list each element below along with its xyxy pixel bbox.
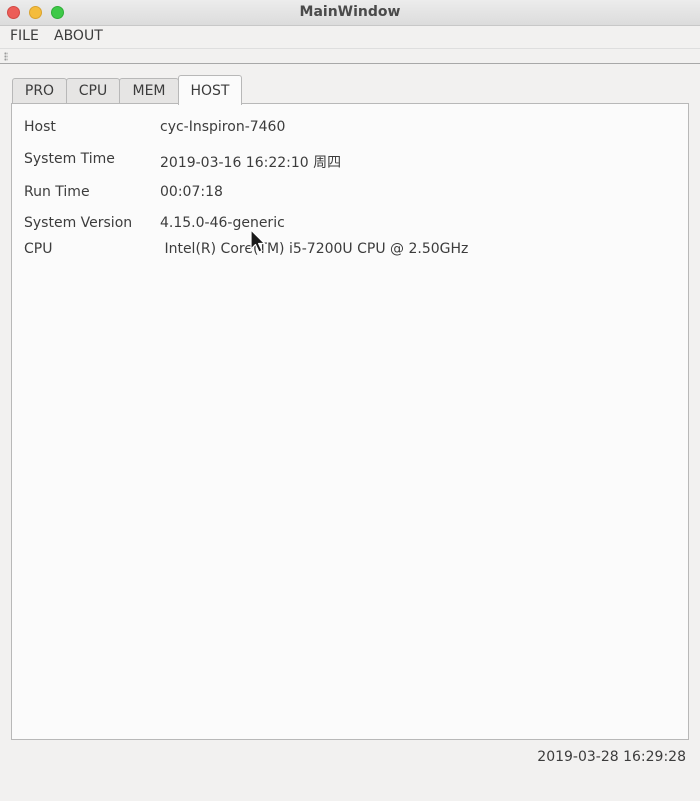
mouse-pointer-icon — [250, 229, 266, 253]
tab-pro[interactable]: PRO — [12, 78, 67, 104]
toolbar — [0, 48, 700, 64]
tab-mem[interactable]: MEM — [119, 78, 179, 104]
tab-host[interactable]: HOST — [178, 75, 242, 105]
cpu-label: CPU — [24, 241, 53, 257]
menu-bar: FILE ABOUT — [0, 26, 700, 48]
host-tab-panel: Host cyc-Inspiron-7460 System Time 2019-… — [11, 103, 689, 740]
system-version-label: System Version — [24, 215, 133, 231]
system-time-label: System Time — [24, 151, 115, 167]
menu-file[interactable]: FILE — [10, 28, 39, 44]
tab-cpu[interactable]: CPU — [66, 78, 120, 104]
run-time-value: 00:07:18 — [160, 184, 223, 200]
window-title: MainWindow — [299, 4, 401, 20]
cpu-value: Intel(R) Core(TM) i5-7200U CPU @ 2.50GHz — [160, 241, 469, 257]
system-time-value: 2019-03-16 16:22:10 周四 — [160, 155, 342, 171]
menu-about[interactable]: ABOUT — [54, 28, 103, 44]
main-window: MainWindow FILE ABOUT PRO CPU MEM HOST H… — [0, 0, 700, 801]
run-time-label: Run Time — [24, 184, 90, 200]
status-bar-datetime: 2019-03-28 16:29:28 — [537, 749, 686, 765]
host-value: cyc-Inspiron-7460 — [160, 119, 286, 135]
title-bar[interactable]: MainWindow — [0, 0, 700, 26]
toolbar-grip-icon[interactable] — [4, 52, 8, 61]
host-label: Host — [24, 119, 56, 135]
